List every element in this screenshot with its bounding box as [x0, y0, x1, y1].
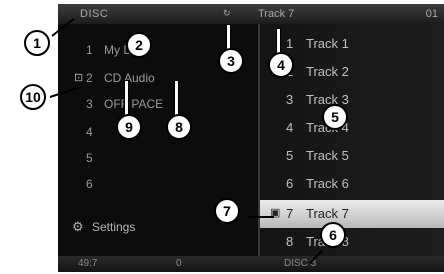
track-item-selected[interactable]: ▣ 7 Track 7: [260, 200, 444, 228]
media-screen: DISC ↻ Track 7 01 1 My Disc ⊡ 2 CD Audio…: [58, 4, 444, 272]
callout-line-9: [124, 80, 129, 118]
bottom-bar: 49:7 0 DISC 3: [58, 256, 444, 272]
callout-5: 5: [322, 104, 348, 130]
callout-9: 9: [116, 114, 142, 140]
track-item[interactable]: 8Track 8: [260, 228, 444, 256]
callout-line-8: [174, 80, 179, 118]
menu-item-6[interactable]: 6: [58, 174, 258, 194]
callout-1: 1: [24, 30, 50, 56]
elapsed-time: 49:7: [78, 258, 98, 269]
current-track-label: Track 7: [258, 8, 295, 20]
menu-item-5[interactable]: 5: [58, 148, 258, 168]
track-item[interactable]: 6 Track 6: [260, 170, 444, 198]
callout-line-7: [248, 216, 274, 218]
callout-4: 4: [268, 52, 294, 78]
track-item[interactable]: 3 Track 3: [260, 86, 444, 114]
bottom-indicator: 0: [176, 258, 182, 269]
callout-6: 6: [320, 222, 346, 248]
track-item[interactable]: 4 Track 4: [260, 114, 444, 142]
cd-icon: ⊡: [74, 72, 84, 84]
status-bar: DISC ↻ Track 7 01: [58, 4, 444, 24]
callout-8: 8: [166, 114, 192, 140]
track-item[interactable]: 5 Track 5: [260, 142, 444, 170]
menu-item-off-pace[interactable]: 3 OFF PACE: [58, 94, 258, 114]
callout-10: 10: [20, 84, 46, 110]
callout-2: 2: [126, 32, 152, 58]
callout-3: 3: [218, 48, 244, 74]
callout-7: 7: [214, 198, 240, 224]
repeat-icon: ↻: [223, 8, 231, 18]
track-number: 01: [425, 8, 438, 20]
menu-item-4[interactable]: 4: [58, 122, 258, 142]
gear-icon: ⚙: [72, 219, 84, 234]
source-label[interactable]: DISC: [80, 8, 108, 20]
